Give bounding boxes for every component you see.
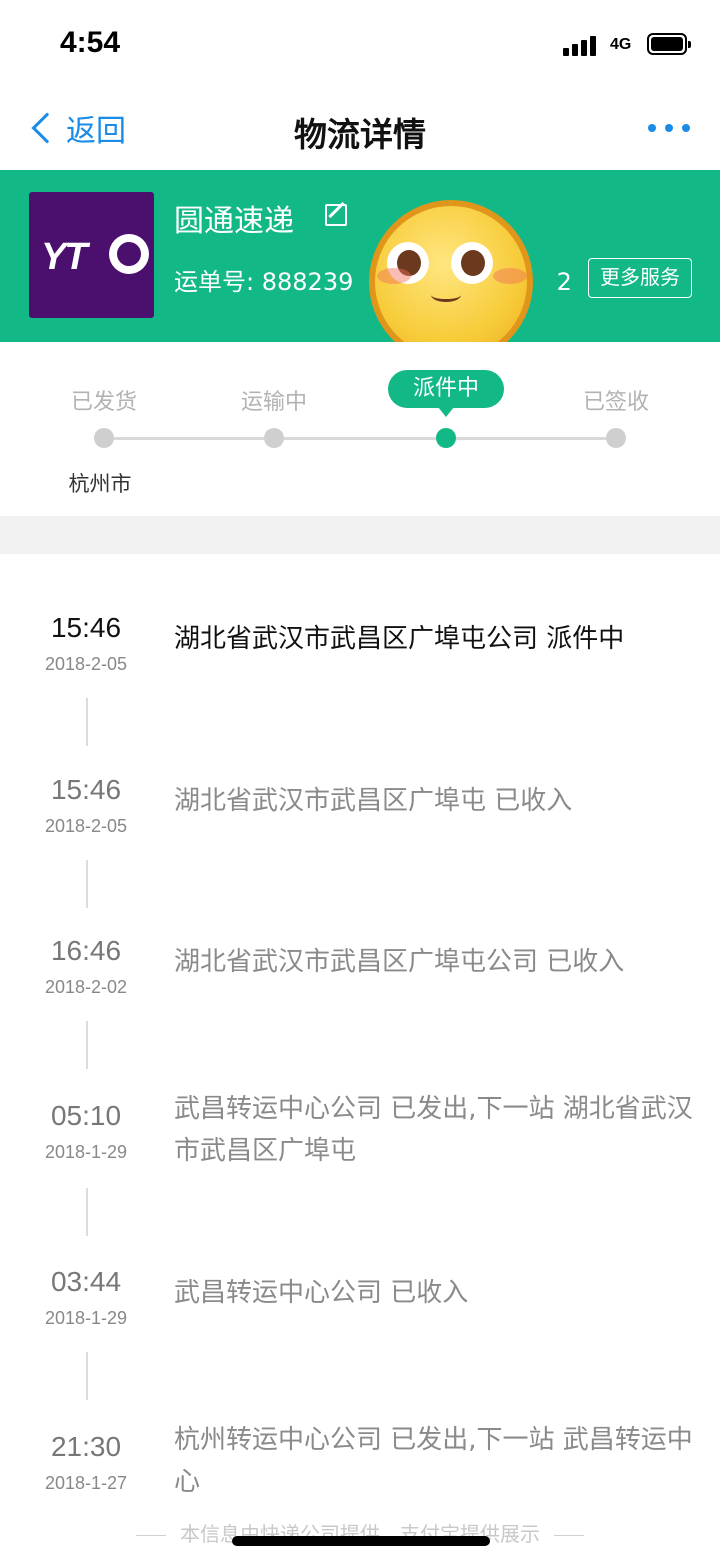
entry-text: 武昌转运中心公司 已收入 xyxy=(174,1278,469,1308)
courier-logo: YT xyxy=(29,192,154,318)
sticker-blush xyxy=(493,268,527,284)
home-indicator[interactable] xyxy=(232,1536,490,1546)
status-time: 4:54 xyxy=(60,26,121,59)
sticker-mouth xyxy=(431,288,461,302)
emoji-sticker xyxy=(369,200,533,364)
entry-date: 2018-2-05 xyxy=(44,816,128,836)
entry-time: 05:10 xyxy=(50,1100,122,1131)
sticker-eye xyxy=(451,242,493,284)
stage-delivering: 派件中 xyxy=(388,370,504,417)
waybill-start: 888239 xyxy=(261,268,354,296)
page-title: 物流详情 xyxy=(294,115,426,154)
entry-date: 2018-1-27 xyxy=(44,1473,128,1493)
courier-header: YT 圆通速递 运单号: 888239 2 更多服务 xyxy=(0,170,720,342)
progress-dot xyxy=(606,428,626,448)
timeline-connector xyxy=(86,698,88,746)
status-bar: 4:54 4G xyxy=(0,0,720,88)
entry-time: 21:30 xyxy=(50,1431,122,1462)
entry-text: 杭州转运中心公司 已发出,下一站 武昌转运中心 xyxy=(174,1425,693,1497)
waybill-end: 2 xyxy=(556,268,572,296)
shipping-progress: 已发货 运输中 派件中 已签收 杭州市 xyxy=(0,342,720,516)
entry-date: 2018-1-29 xyxy=(44,1308,128,1328)
waybill-prefix: 运单号: xyxy=(174,268,255,296)
battery-icon xyxy=(647,33,691,55)
entry-date: 2018-2-02 xyxy=(44,977,128,997)
timeline-connector xyxy=(86,1352,88,1400)
entry-text: 武昌转运中心公司 已发出,下一站 湖北省武汉市武昌区广埠屯 xyxy=(174,1094,693,1166)
progress-dot xyxy=(264,428,284,448)
entry-time: 16:46 xyxy=(50,935,122,966)
progress-line xyxy=(114,437,264,440)
progress-line xyxy=(456,437,606,440)
courier-name: 圆通速递 xyxy=(174,204,294,239)
edit-icon[interactable] xyxy=(325,204,347,226)
sticker-blush xyxy=(377,268,411,284)
progress-dot xyxy=(94,428,114,448)
timeline-connector xyxy=(86,1021,88,1069)
entry-text: 湖北省武汉市武昌区广埠屯公司 已收入 xyxy=(174,947,625,977)
section-divider xyxy=(0,516,720,554)
entry-date: 2018-1-29 xyxy=(44,1142,128,1162)
more-options-icon[interactable] xyxy=(646,122,692,134)
entry-time: 15:46 xyxy=(50,612,122,643)
runner-icon xyxy=(109,234,149,274)
entry-date: 2018-2-05 xyxy=(44,654,128,674)
progress-line xyxy=(284,437,436,440)
progress-dot-active xyxy=(436,428,456,448)
stage-in-transit: 运输中 xyxy=(240,390,307,415)
entry-text: 湖北省武汉市武昌区广埠屯 已收入 xyxy=(174,786,573,816)
more-services-button[interactable]: 更多服务 xyxy=(588,258,692,298)
entry-time: 15:46 xyxy=(50,774,122,805)
stage-shipped: 已发货 xyxy=(70,390,137,415)
logo-text: YT xyxy=(41,236,88,278)
navigation-bar: 返回 物流详情 xyxy=(0,88,720,170)
origin-city: 杭州市 xyxy=(68,472,132,496)
entry-text: 湖北省武汉市武昌区广埠屯公司 派件中 xyxy=(174,624,625,654)
timeline-connector xyxy=(86,1188,88,1236)
network-type: 4G xyxy=(610,36,632,53)
stage-signed: 已签收 xyxy=(582,390,649,415)
entry-time: 03:44 xyxy=(50,1266,122,1297)
timeline-connector xyxy=(86,860,88,908)
signal-icon xyxy=(563,34,599,56)
